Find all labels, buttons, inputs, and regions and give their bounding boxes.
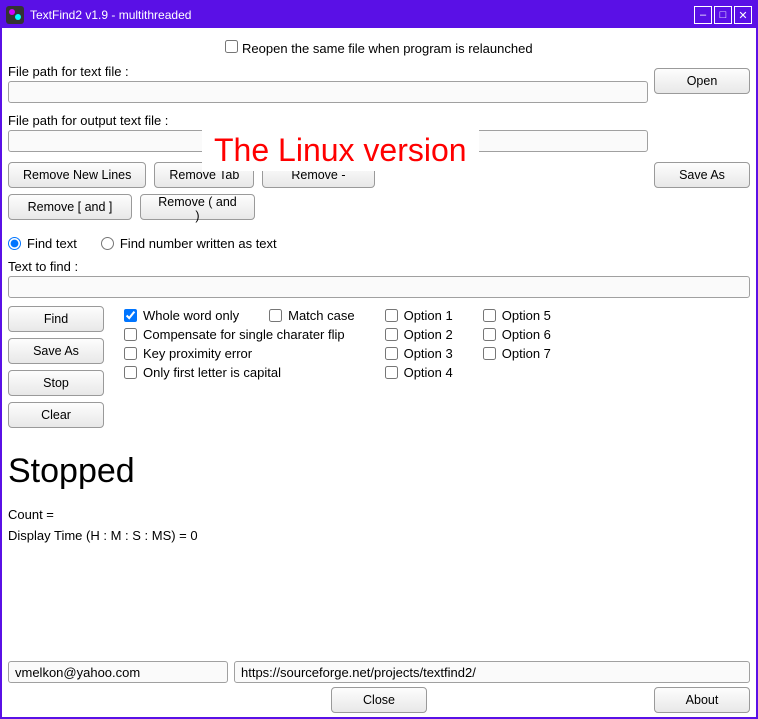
first-capital-checkbox[interactable]: Only first letter is capital: [124, 365, 355, 380]
option-3-checkbox[interactable]: Option 3: [385, 346, 453, 361]
app-icon: [6, 6, 24, 24]
save-as-button[interactable]: Save As: [654, 162, 750, 188]
text-to-find-input[interactable]: [8, 276, 750, 298]
option-2-checkbox[interactable]: Option 2: [385, 327, 453, 342]
option-5-label: Option 5: [502, 308, 551, 323]
find-text-radio[interactable]: Find text: [8, 236, 77, 251]
match-case-label: Match case: [288, 308, 354, 323]
compensate-checkbox[interactable]: Compensate for single charater flip: [124, 327, 355, 342]
option-5-checkbox[interactable]: Option 5: [483, 308, 551, 323]
filepath-text-input[interactable]: [8, 81, 648, 103]
filepath-output-label: File path for output text file :: [8, 113, 648, 128]
about-button[interactable]: About: [654, 687, 750, 713]
count-line: Count =: [8, 507, 750, 522]
option-6-label: Option 6: [502, 327, 551, 342]
linux-version-banner: The Linux version: [202, 130, 479, 171]
find-number-label: Find number written as text: [120, 236, 277, 251]
match-case-checkbox[interactable]: Match case: [269, 308, 354, 323]
whole-word-label: Whole word only: [143, 308, 239, 323]
find-button[interactable]: Find: [8, 306, 104, 332]
save-as-2-button[interactable]: Save As: [8, 338, 104, 364]
compensate-label: Compensate for single charater flip: [143, 327, 345, 342]
remove-parens-button[interactable]: Remove ( and ): [140, 194, 255, 220]
close-window-button[interactable]: ✕: [734, 6, 752, 24]
clear-button[interactable]: Clear: [8, 402, 104, 428]
email-field[interactable]: [8, 661, 228, 683]
option-3-label: Option 3: [404, 346, 453, 361]
reopen-label: Reopen the same file when program is rel…: [242, 41, 533, 56]
option-6-checkbox[interactable]: Option 6: [483, 327, 551, 342]
find-text-label: Find text: [27, 236, 77, 251]
minimize-button[interactable]: –: [694, 6, 712, 24]
remove-newlines-button[interactable]: Remove New Lines: [8, 162, 146, 188]
window-title: TextFind2 v1.9 - multithreaded: [30, 8, 694, 22]
key-proximity-checkbox[interactable]: Key proximity error: [124, 346, 355, 361]
maximize-button[interactable]: □: [714, 6, 732, 24]
option-1-checkbox[interactable]: Option 1: [385, 308, 453, 323]
status-heading: Stopped: [8, 452, 750, 491]
option-2-label: Option 2: [404, 327, 453, 342]
option-4-label: Option 4: [404, 365, 453, 380]
filepath-text-label: File path for text file :: [8, 64, 648, 79]
stop-button[interactable]: Stop: [8, 370, 104, 396]
find-number-radio[interactable]: Find number written as text: [101, 236, 277, 251]
url-field[interactable]: [234, 661, 750, 683]
text-to-find-label: Text to find :: [8, 259, 750, 274]
option-4-checkbox[interactable]: Option 4: [385, 365, 453, 380]
remove-brackets-button[interactable]: Remove [ and ]: [8, 194, 132, 220]
option-1-label: Option 1: [404, 308, 453, 323]
open-button[interactable]: Open: [654, 68, 750, 94]
option-7-label: Option 7: [502, 346, 551, 361]
reopen-checkbox[interactable]: Reopen the same file when program is rel…: [225, 41, 532, 56]
title-bar: TextFind2 v1.9 - multithreaded – □ ✕: [2, 2, 756, 28]
key-proximity-label: Key proximity error: [143, 346, 252, 361]
display-time-line: Display Time (H : M : S : MS) = 0: [8, 528, 750, 543]
option-7-checkbox[interactable]: Option 7: [483, 346, 551, 361]
first-capital-label: Only first letter is capital: [143, 365, 281, 380]
whole-word-checkbox[interactable]: Whole word only: [124, 308, 239, 323]
close-button[interactable]: Close: [331, 687, 427, 713]
